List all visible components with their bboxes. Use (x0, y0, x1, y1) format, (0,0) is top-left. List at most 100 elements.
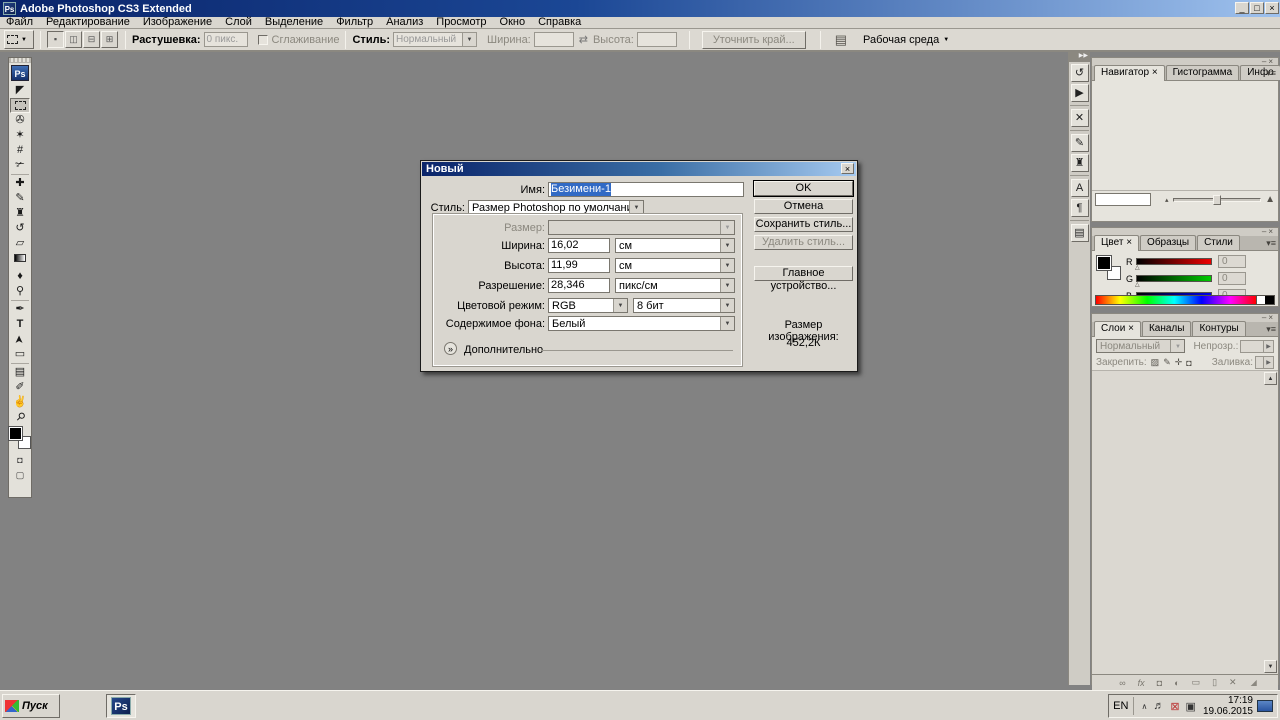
slice-tool[interactable]: ✃ (10, 158, 30, 173)
antialias-checkbox[interactable] (258, 35, 268, 45)
feather-input[interactable]: 0 пикс. (204, 32, 248, 47)
dialog-titlebar[interactable]: Новый (422, 162, 856, 176)
minimize-button[interactable]: _ (1235, 2, 1249, 14)
device-central-button[interactable]: Главное устройство... (754, 266, 853, 281)
volume-icon[interactable]: ♬ (1153, 700, 1164, 712)
selection-mode-add-button[interactable]: ◫ (65, 31, 82, 48)
tab-navigator[interactable]: Навигатор × (1094, 65, 1165, 81)
history-brush-tool[interactable]: ↺ (10, 221, 30, 236)
menu-analysis[interactable]: Анализ (386, 17, 423, 28)
spectrum-black-swatch[interactable] (1265, 296, 1274, 304)
foreground-background-swatches[interactable] (9, 427, 31, 449)
blur-tool[interactable]: ♦ (10, 269, 30, 284)
quick-mask-button[interactable]: ◘ (10, 453, 30, 468)
close-button[interactable]: × (1265, 2, 1279, 14)
magic-wand-tool[interactable]: ✶ (10, 128, 30, 143)
link-layers-icon[interactable]: ∞ (1119, 678, 1125, 688)
color-panel-swatches[interactable] (1097, 256, 1121, 280)
screen-mode-button[interactable]: ▢ (10, 468, 30, 483)
brushes-panel-icon[interactable]: ✎ (1071, 134, 1089, 152)
rectangular-marquee-tool[interactable] (10, 98, 30, 113)
lock-move-icon[interactable]: ✛ (1175, 357, 1183, 368)
tab-histogram[interactable]: Гистограмма (1166, 65, 1240, 80)
workspace-label[interactable]: Рабочая среда (863, 34, 939, 46)
tab-paths[interactable]: Контуры (1192, 321, 1245, 336)
cancel-button[interactable]: Отмена (754, 199, 853, 214)
tab-channels[interactable]: Каналы (1142, 321, 1192, 336)
width-unit-select[interactable]: см ▼ (615, 238, 735, 253)
panel-menu-icon[interactable]: ▾≡ (1266, 68, 1276, 78)
hidden-icons-chevron[interactable]: ∧ (1141, 702, 1147, 711)
red-slider[interactable]: △ (1136, 258, 1212, 265)
zoom-percent-input[interactable] (1095, 193, 1151, 206)
name-input[interactable]: Безимени-1 (548, 182, 744, 197)
maximize-button[interactable]: □ (1250, 2, 1264, 14)
style-select[interactable]: Нормальный ▼ (393, 32, 477, 47)
scroll-down-icon[interactable]: ▼ (1264, 660, 1277, 673)
layer-comps-panel-icon[interactable]: ▤ (1071, 224, 1089, 242)
scroll-up-icon[interactable]: ▲ (1264, 372, 1277, 385)
lasso-tool[interactable]: ✇ (10, 113, 30, 128)
menu-help[interactable]: Справка (538, 17, 581, 28)
clone-source-panel-icon[interactable]: ♜ (1071, 154, 1089, 172)
history-panel-icon[interactable]: ↺ (1071, 64, 1089, 82)
close-icon[interactable]: × (1268, 227, 1275, 236)
lock-transparency-icon[interactable]: ▨ (1151, 357, 1160, 368)
tab-color[interactable]: Цвет × (1094, 235, 1139, 251)
tab-close-icon[interactable]: × (1152, 67, 1158, 78)
menu-window[interactable]: Окно (500, 17, 526, 28)
resize-grip-icon[interactable]: ◢ (1251, 678, 1257, 687)
gradient-tool[interactable] (10, 254, 30, 269)
height-unit-select[interactable]: см ▼ (615, 258, 735, 273)
tool-presets-panel-icon[interactable]: ✕ (1071, 109, 1089, 127)
menu-file[interactable]: Файл (6, 17, 33, 28)
advanced-expander-icon[interactable]: » (444, 342, 457, 355)
swap-dimensions-icon[interactable]: ⇄ (579, 33, 588, 46)
move-tool[interactable]: ◤ (10, 83, 30, 98)
background-contents-select[interactable]: Белый ▼ (548, 316, 735, 331)
clone-stamp-tool[interactable]: ♜ (10, 206, 30, 221)
menu-select[interactable]: Выделение (265, 17, 323, 28)
height-input[interactable] (637, 32, 677, 47)
layer-group-icon[interactable]: ▭ (1192, 677, 1201, 688)
tab-styles[interactable]: Стили (1197, 235, 1240, 250)
clock[interactable]: 17:19 19.06.2015 (1203, 695, 1253, 717)
adjustment-layer-icon[interactable]: ◐ (1174, 678, 1179, 688)
preset-select[interactable]: Размер Photoshop по умолчанию ▼ (468, 200, 644, 215)
language-indicator[interactable]: EN (1113, 700, 1128, 712)
lock-paint-icon[interactable]: ✎ (1163, 357, 1171, 368)
zoom-in-icon[interactable]: ▲ (1265, 194, 1275, 205)
tab-close-icon[interactable]: × (1128, 323, 1134, 334)
tool-preset-picker[interactable]: ▼ (4, 30, 34, 49)
window-titlebar[interactable]: Ps Adobe Photoshop CS3 Extended (0, 0, 1280, 17)
red-slider-marker[interactable]: △ (1135, 264, 1140, 271)
green-slider[interactable]: △ (1136, 275, 1212, 282)
height-input[interactable]: 11,99 (548, 258, 610, 273)
width-input[interactable] (534, 32, 574, 47)
panel-menu-icon[interactable]: ▾≡ (1266, 324, 1276, 334)
network-icon[interactable]: ▣ (1186, 700, 1196, 713)
color-mode-select[interactable]: RGB ▼ (548, 298, 628, 313)
pen-tool[interactable]: ✒ (10, 302, 30, 317)
layer-style-icon[interactable]: fx (1138, 678, 1145, 688)
lock-all-icon[interactable]: ◘ (1186, 358, 1191, 368)
dialog-close-button[interactable]: × (841, 163, 854, 174)
expand-dock-icon[interactable]: ▶▶ (1069, 52, 1090, 62)
zoom-slider-thumb[interactable] (1213, 195, 1221, 205)
red-value-input[interactable]: 0 (1218, 255, 1246, 268)
resolution-unit-select[interactable]: пикс/см ▼ (615, 278, 735, 293)
spectrum-white-swatch[interactable] (1256, 296, 1265, 304)
foreground-color-swatch[interactable] (1097, 256, 1111, 270)
delete-layer-icon[interactable]: ✕ (1229, 677, 1237, 688)
menu-layer[interactable]: Слой (225, 17, 252, 28)
menu-edit[interactable]: Редактирование (46, 17, 130, 28)
selection-mode-new-button[interactable]: ▪ (47, 31, 64, 48)
color-spectrum-bar[interactable] (1095, 295, 1275, 305)
bit-depth-select[interactable]: 8 бит ▼ (633, 298, 735, 313)
layer-mask-icon[interactable]: ◘ (1157, 678, 1162, 688)
ok-button[interactable]: OK (754, 181, 853, 196)
tab-close-icon[interactable]: × (1126, 237, 1132, 248)
layers-list[interactable]: ▲ ▼ (1092, 371, 1278, 674)
brush-tool[interactable]: ✎ (10, 191, 30, 206)
width-input[interactable]: 16,02 (548, 238, 610, 253)
